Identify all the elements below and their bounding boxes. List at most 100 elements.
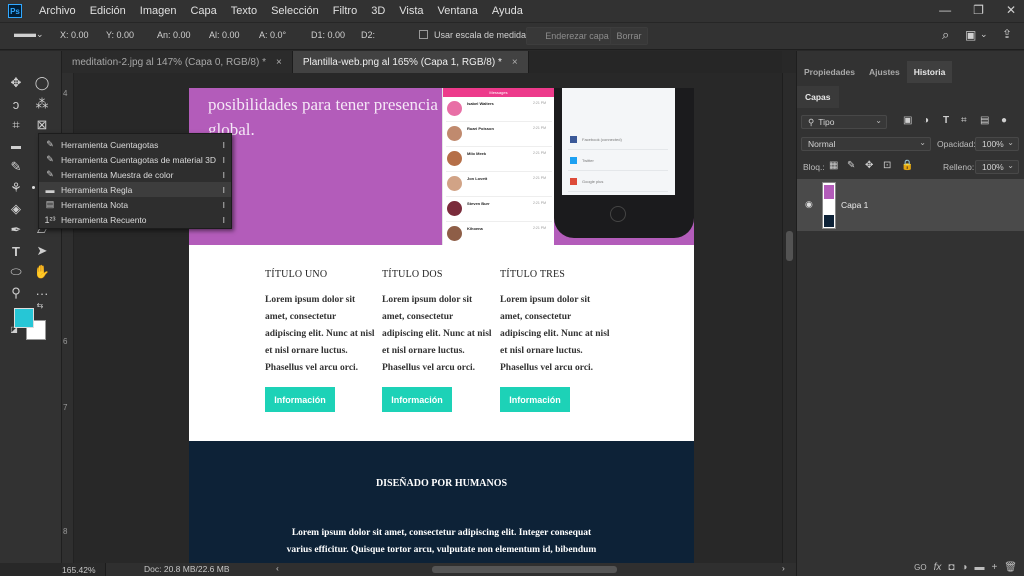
restore-icon[interactable]: ❐ — [973, 3, 984, 17]
tab-plantilla-web[interactable]: Plantilla-web.png al 165% (Capa 1, RGB/8… — [292, 51, 529, 73]
menu-imagen[interactable]: Imagen — [133, 5, 184, 17]
ruler-tool-icon[interactable]: ▬ — [6, 136, 26, 156]
tab-adjustments[interactable]: Ajustes — [862, 61, 907, 83]
foreground-color-swatch[interactable] — [14, 308, 34, 328]
minimize-icon[interactable]: — — [939, 3, 951, 17]
menu-filtro[interactable]: Filtro — [326, 5, 364, 17]
smart-object-filter-icon[interactable]: ▤ — [980, 115, 989, 126]
slice-tool-icon[interactable]: ⊠ — [32, 115, 52, 135]
new-layer-icon[interactable]: + — [991, 562, 997, 573]
type-filter-icon[interactable]: T — [943, 115, 949, 126]
fx-icon[interactable]: fx — [934, 562, 942, 573]
crop-tool-icon[interactable]: ⌗ — [6, 115, 26, 135]
type-tool-icon[interactable]: T — [6, 241, 26, 261]
feature-body: Lorem ipsum dolor sit amet, consectetur … — [265, 295, 375, 373]
tab-meditation[interactable]: meditation-2.jpg al 147% (Capa 0, RGB/8)… — [62, 51, 293, 73]
lasso-tool-icon[interactable]: ↄ — [6, 94, 26, 114]
fill-label: Relleno: — [943, 162, 975, 172]
menu-edicion[interactable]: Edición — [83, 5, 133, 17]
mask-icon[interactable]: ◘ — [948, 562, 954, 573]
brush-tool-icon[interactable]: ✎ — [6, 157, 26, 177]
zoom-level[interactable]: 165.42% — [62, 563, 106, 576]
path-selection-icon[interactable]: ➤ — [32, 241, 52, 261]
tab-history[interactable]: Historia — [906, 61, 953, 83]
adjustment-layer-icon[interactable]: ◑ — [961, 562, 967, 573]
opacity-field[interactable]: 100% ⌄ — [975, 137, 1019, 151]
move-tool-icon[interactable]: ✥ — [6, 73, 26, 93]
pixel-filter-icon[interactable]: ▣ — [903, 115, 912, 126]
tab-properties[interactable]: Propiedades — [797, 61, 862, 83]
list-item: Isabel Walters 2:21 PM — [446, 98, 552, 122]
message-name: Isabel Walters — [467, 101, 494, 106]
pen-tool-icon[interactable]: ✒ — [6, 220, 26, 240]
ellipse-tool-icon[interactable]: ⬭ — [6, 262, 26, 282]
menu-seleccion[interactable]: Selección — [264, 5, 326, 17]
options-bar: ▬▬ ⌄ X: 0.00 Y: 0.00 An: 0.00 Al: 0.00 A… — [0, 22, 1024, 50]
scrollbar-thumb[interactable] — [786, 231, 793, 261]
menu-ventana[interactable]: Ventana — [431, 5, 485, 17]
lock-position-icon[interactable]: ✥ — [865, 160, 873, 171]
workspace-chevron-icon[interactable]: ⌄ — [980, 29, 988, 40]
close-icon[interactable]: × — [512, 57, 518, 68]
measurement-scale-checkbox[interactable]: Usar escala de medida — [419, 30, 526, 40]
menu-texto[interactable]: Texto — [224, 5, 264, 17]
swap-colors-icon[interactable]: ⇆ — [34, 299, 46, 311]
menu-item-note[interactable]: ▤ Herramienta Nota I — [39, 197, 231, 212]
fill-field[interactable]: 100% ⌄ — [975, 160, 1019, 174]
menu-item-eyedropper[interactable]: ✎ Herramienta Cuentagotas I — [39, 137, 231, 152]
lock-transparent-icon[interactable]: ▦ — [829, 160, 838, 171]
menu-item-3d-eyedropper[interactable]: ✎ Herramienta Cuentagotas de material 3D… — [39, 152, 231, 167]
phone-header: Messages — [443, 88, 554, 97]
tab-layers[interactable]: Capas — [797, 86, 839, 108]
menu-item-ruler[interactable]: ▬ Herramienta Regla I — [39, 182, 231, 197]
vertical-scrollbar[interactable] — [782, 73, 796, 563]
clone-stamp-icon[interactable]: ⚘ — [6, 178, 26, 198]
blend-mode-dropdown[interactable]: Normal ⌄ — [801, 137, 931, 151]
trash-icon[interactable]: 🗑 — [1004, 562, 1017, 573]
search-icon[interactable]: ⌕ — [942, 27, 949, 43]
scroll-left-icon[interactable]: ‹ — [276, 563, 279, 573]
magic-wand-icon[interactable]: ⁂ — [32, 94, 52, 114]
adjustment-filter-icon[interactable]: ◑ — [923, 115, 929, 126]
filter-toggle-icon[interactable]: ● — [1001, 115, 1007, 126]
menu-vista[interactable]: Vista — [392, 5, 430, 17]
menu-ayuda[interactable]: Ayuda — [485, 5, 530, 17]
scroll-right-icon[interactable]: › — [782, 563, 785, 573]
lock-pixels-icon[interactable]: ✎ — [847, 160, 855, 171]
ruler-tool-icon[interactable]: ▬▬ — [14, 28, 36, 40]
zoom-tool-icon[interactable]: ⚲ — [6, 283, 26, 303]
paint-bucket-icon[interactable]: ◈ — [6, 199, 26, 219]
document-canvas[interactable]: posibilidades para tener presencia globa… — [189, 88, 694, 563]
share-icon[interactable]: ⇪ — [1002, 27, 1012, 41]
layer-name[interactable]: Capa 1 — [841, 200, 868, 210]
layer-row[interactable]: ◉ Capa 1 — [797, 179, 1024, 231]
shape-filter-icon[interactable]: ⌗ — [961, 115, 967, 126]
menu-item-color-sampler[interactable]: ✎ Herramienta Muestra de color I — [39, 167, 231, 182]
feature-column: TÍTULO DOS Lorem ipsum dolor sit amet, c… — [382, 269, 492, 412]
clear-button[interactable]: Borrar — [610, 27, 648, 45]
close-icon[interactable]: × — [276, 57, 282, 68]
checkbox-icon[interactable] — [419, 30, 428, 39]
workspace-icon[interactable]: ▣ — [965, 28, 976, 42]
visibility-eye-icon[interactable]: ◉ — [805, 199, 813, 210]
menu-archivo[interactable]: Archivo — [32, 5, 83, 17]
close-window-icon[interactable]: ✕ — [1006, 3, 1016, 17]
layer-filter-dropdown[interactable]: ⚲ Tipo ⌄ — [801, 115, 887, 129]
feature-body: Lorem ipsum dolor sit amet, consectetur … — [500, 295, 610, 373]
ruler-mark: 6 — [63, 337, 68, 346]
folder-icon[interactable]: ▬ — [974, 562, 984, 573]
lock-artboard-icon[interactable]: ⊡ — [883, 160, 891, 171]
avatar — [447, 151, 462, 166]
link-layers-icon[interactable]: GO — [914, 563, 926, 572]
menu-item-label: Herramienta Muestra de color — [61, 169, 174, 180]
chevron-down-icon[interactable]: ⌄ — [36, 29, 44, 40]
hand-tool-icon[interactable]: ✋ — [32, 262, 52, 282]
elliptical-marquee-icon[interactable]: ◯ — [32, 73, 52, 93]
horizontal-scrollbar-thumb[interactable] — [432, 566, 617, 573]
menu-3d[interactable]: 3D — [364, 5, 392, 17]
document-size[interactable]: Doc: 20.8 MB/22.6 MB — [144, 564, 230, 574]
lock-all-icon[interactable]: 🔒 — [901, 160, 913, 171]
menu-item-count[interactable]: 1²³ Herramienta Recuento I — [39, 212, 231, 227]
menu-capa[interactable]: Capa — [183, 5, 223, 17]
ruler-icon: ▬ — [45, 184, 55, 195]
